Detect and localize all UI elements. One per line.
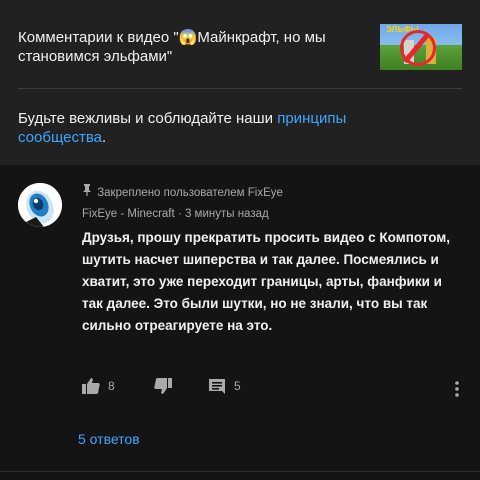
bottom-divider bbox=[0, 471, 480, 472]
like-count: 8 bbox=[108, 379, 115, 393]
comments-header-panel: Комментарии к видео "😱Майнкрафт, но мы с… bbox=[0, 0, 480, 165]
more-options-icon[interactable] bbox=[454, 380, 460, 403]
author-name[interactable]: FixEye bbox=[82, 208, 117, 220]
dislike-button[interactable] bbox=[154, 378, 172, 394]
eye-avatar-icon bbox=[18, 183, 62, 227]
avatar[interactable] bbox=[18, 183, 62, 227]
comment-icon bbox=[209, 379, 225, 394]
comment-time: 3 минуты назад bbox=[184, 208, 269, 220]
header-divider bbox=[18, 88, 462, 89]
reply-button[interactable]: 5 bbox=[208, 378, 241, 394]
meta-separator: · bbox=[177, 208, 182, 220]
guidelines-text: Будьте вежливы и соблюдайте наши bbox=[18, 110, 278, 127]
comment-meta: FixEye - Minecraft · 3 минуты назад bbox=[82, 208, 269, 220]
channel-name[interactable]: Minecraft bbox=[127, 208, 174, 220]
pin-icon bbox=[82, 184, 94, 199]
community-guidelines-notice: Будьте вежливы и соблюдайте наши принцип… bbox=[18, 109, 418, 147]
thumbs-down-icon bbox=[154, 378, 172, 394]
comments-title: Комментарии к видео "😱Майнкрафт, но мы с… bbox=[18, 29, 326, 65]
pinned-label: Закреплено пользователем FixEye bbox=[97, 187, 283, 199]
comment-text: Друзья, прошу прекратить просить видео с… bbox=[82, 230, 451, 333]
meta-separator-dash: - bbox=[120, 208, 125, 220]
pinned-indicator: Закреплено пользователем FixEye bbox=[82, 184, 283, 199]
view-replies-link[interactable]: 5 ответов bbox=[78, 431, 140, 447]
thumbs-up-icon bbox=[82, 378, 100, 394]
guidelines-suffix: . bbox=[101, 129, 107, 146]
reply-count: 5 bbox=[234, 379, 241, 393]
like-button[interactable]: 8 bbox=[82, 378, 115, 394]
video-thumbnail[interactable]: ЭЛЬФЫ bbox=[380, 24, 462, 70]
comment-actions: 8 5 bbox=[82, 378, 472, 402]
